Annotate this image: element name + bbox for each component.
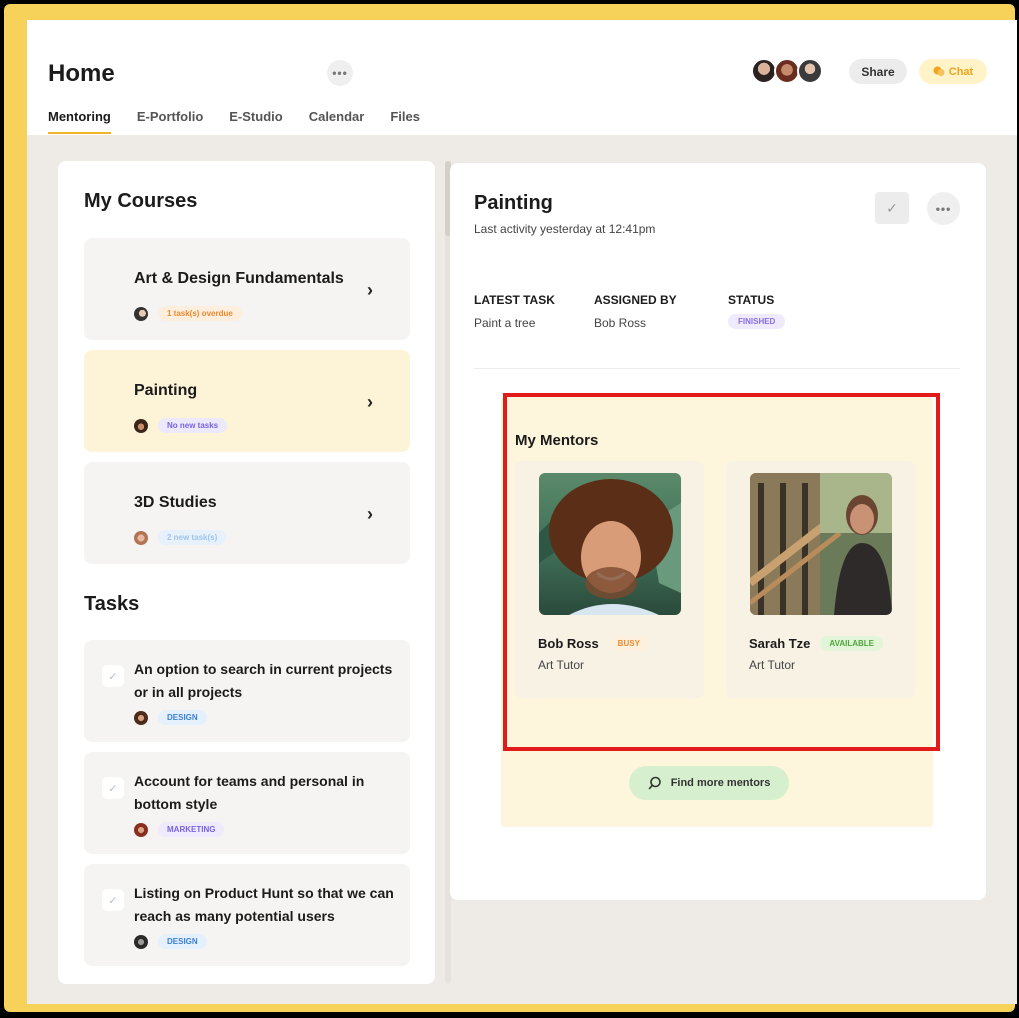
tab-calendar[interactable]: Calendar: [309, 109, 365, 134]
avatar: [134, 710, 148, 725]
tag-badge: MARKETING: [158, 822, 225, 837]
task-text: Listing on Product Hunt so that we can r…: [134, 885, 394, 924]
tag-badge: DESIGN: [158, 934, 207, 949]
chevron-right-icon: ›: [367, 280, 373, 300]
check-icon[interactable]: ✓: [875, 192, 909, 224]
task-meta: DESIGN: [134, 934, 207, 949]
info-label: STATUS: [728, 293, 775, 307]
tag-badge: DESIGN: [158, 710, 207, 725]
course-name: Painting: [134, 382, 198, 399]
tab-mentoring[interactable]: Mentoring: [48, 109, 111, 134]
check-icon[interactable]: ✓: [102, 665, 124, 687]
chat-button[interactable]: Chat: [919, 59, 987, 84]
find-more-mentors-label: Find more mentors: [670, 777, 771, 789]
avatar: [134, 822, 148, 837]
info-value: Paint a tree: [474, 316, 536, 330]
avatar[interactable]: [797, 58, 823, 84]
info-value: Bob Ross: [594, 316, 647, 330]
highlight-box: [503, 393, 940, 751]
ellipsis-icon[interactable]: •••: [327, 60, 353, 86]
status: STATUS FINISHED: [728, 293, 786, 329]
course-meta: 2 new task(s): [134, 530, 227, 545]
task-meta: MARKETING: [134, 822, 225, 837]
course-meta: 1 task(s) overdue: [134, 306, 242, 321]
check-icon[interactable]: ✓: [102, 777, 124, 799]
info-label: LATEST TASK: [474, 293, 555, 307]
check-icon[interactable]: ✓: [102, 889, 124, 911]
course-name: Art & Design Fundamentals: [134, 270, 344, 287]
chat-bubble-icon: [933, 66, 945, 76]
chevron-right-icon: ›: [367, 504, 373, 524]
tasks-title: Tasks: [84, 593, 140, 615]
task-text: An option to search in current projects …: [134, 661, 393, 700]
chat-button-label: Chat: [948, 65, 974, 78]
chevron-right-icon: ›: [367, 392, 373, 412]
status-badge: FINISHED: [728, 314, 786, 329]
course-meta: No new tasks: [134, 418, 228, 433]
task-card[interactable]: ✓ Account for teams and personal in bott…: [84, 752, 410, 854]
divider: [474, 368, 960, 369]
page-title: Home: [48, 60, 115, 87]
search-icon: [648, 776, 661, 790]
ellipsis-icon[interactable]: •••: [927, 192, 960, 225]
status-badge: No new tasks: [158, 418, 228, 433]
task-meta: DESIGN: [134, 710, 207, 725]
detail-subtitle: Last activity yesterday at 12:41pm: [474, 222, 656, 236]
avatar: [134, 306, 148, 321]
tab-bar: Mentoring E-Portfolio E-Studio Calendar …: [48, 109, 446, 134]
course-card[interactable]: Painting No new tasks ›: [84, 350, 410, 452]
assigned-by: ASSIGNED BY Bob Ross: [594, 293, 677, 330]
collaborator-avatars[interactable]: [751, 58, 823, 84]
share-button[interactable]: Share: [849, 59, 907, 84]
course-name: 3D Studies: [134, 494, 217, 511]
status-badge: 1 task(s) overdue: [158, 306, 242, 321]
tab-files[interactable]: Files: [390, 109, 420, 134]
tab-e-studio[interactable]: E-Studio: [229, 109, 282, 134]
detail-title: Painting: [474, 192, 553, 214]
courses-title: My Courses: [84, 190, 198, 212]
info-label: ASSIGNED BY: [594, 293, 677, 307]
status-badge: 2 new task(s): [158, 530, 227, 545]
avatar: [134, 530, 148, 545]
task-card[interactable]: ✓ Listing on Product Hunt so that we can…: [84, 864, 410, 966]
course-card[interactable]: Art & Design Fundamentals 1 task(s) over…: [84, 238, 410, 340]
tab-e-portfolio[interactable]: E-Portfolio: [137, 109, 203, 134]
avatar: [134, 934, 148, 949]
latest-task: LATEST TASK Paint a tree: [474, 293, 555, 330]
task-card[interactable]: ✓ An option to search in current project…: [84, 640, 410, 742]
left-panel: My Courses Art & Design Fundamentals 1 t…: [58, 161, 435, 984]
task-text: Account for teams and personal in bottom…: [134, 773, 365, 812]
top-bar: Home ••• Mentoring E-Portfolio E-Studio …: [27, 20, 1017, 135]
avatar: [134, 418, 148, 433]
course-card[interactable]: 3D Studies 2 new task(s) ›: [84, 462, 410, 564]
find-more-mentors-button[interactable]: Find more mentors: [629, 766, 789, 800]
